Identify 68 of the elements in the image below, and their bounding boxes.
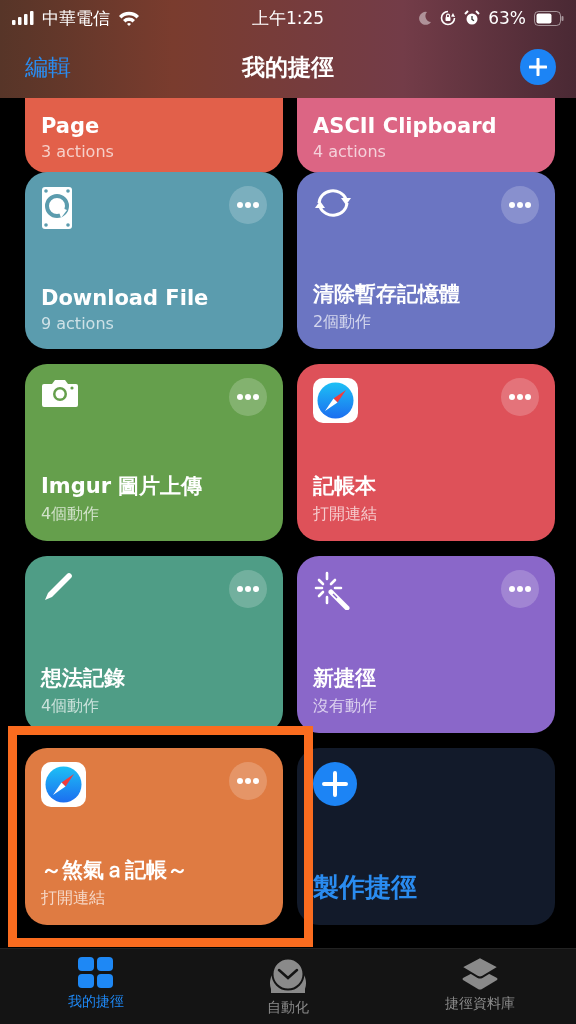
action-count: 3 actions xyxy=(41,142,115,161)
shortcut-card[interactable]: 新捷徑 沒有動作 xyxy=(297,556,555,733)
more-button[interactable] xyxy=(501,570,539,608)
ellipsis-icon xyxy=(237,202,259,208)
compass-app-icon xyxy=(313,378,358,423)
clock-time: 上午1:25 xyxy=(251,7,325,28)
ellipsis-icon xyxy=(237,586,259,592)
magic-wand-icon xyxy=(313,570,353,610)
shortcut-title: Download File xyxy=(41,286,210,310)
add-button[interactable] xyxy=(520,49,556,85)
shortcut-card[interactable]: Imgur 圖片上傳 4個動作 xyxy=(25,364,283,541)
shortcut-title: ASCII Clipboard xyxy=(313,114,498,138)
carrier-name: 中華電信 xyxy=(42,6,110,30)
shortcut-title: 記帳本 xyxy=(313,473,377,500)
checkmark-clock-icon xyxy=(269,957,307,995)
ellipsis-icon xyxy=(237,394,259,400)
create-shortcut-card[interactable]: 製作捷徑 xyxy=(297,748,555,925)
more-button[interactable] xyxy=(501,186,539,224)
battery-icon xyxy=(534,10,564,26)
rotation-lock-icon xyxy=(440,10,457,26)
shortcut-title: Page xyxy=(41,114,101,138)
shortcut-card[interactable]: ～煞氣ａ記帳～ 打開連結 xyxy=(25,748,283,925)
ellipsis-icon xyxy=(509,586,531,592)
shortcut-title: ～煞氣ａ記帳～ xyxy=(41,857,189,884)
more-button[interactable] xyxy=(229,570,267,608)
action-count: 2個動作 xyxy=(313,312,373,333)
hard-drive-icon xyxy=(41,186,73,230)
more-button[interactable] xyxy=(501,378,539,416)
action-count: 沒有動作 xyxy=(313,696,378,717)
shortcut-title: 清除暫存記憶體 xyxy=(313,281,461,308)
compass-app-icon xyxy=(41,762,86,807)
plus-circle-icon xyxy=(313,762,357,806)
shortcut-card[interactable]: 記帳本 打開連結 xyxy=(297,364,555,541)
action-count: 4個動作 xyxy=(41,504,101,525)
action-count: 打開連結 xyxy=(41,888,106,909)
wifi-icon xyxy=(118,10,140,26)
more-button[interactable] xyxy=(229,378,267,416)
layers-icon xyxy=(462,957,498,991)
shortcut-title: 想法記錄 xyxy=(41,665,126,692)
more-button[interactable] xyxy=(229,762,267,800)
ellipsis-icon xyxy=(509,202,531,208)
action-count: 4 actions xyxy=(313,142,387,161)
shortcut-card[interactable]: 清除暫存記憶體 2個動作 xyxy=(297,172,555,349)
shortcut-card[interactable]: Page 3 actions xyxy=(25,98,283,173)
more-button[interactable] xyxy=(229,186,267,224)
moon-icon xyxy=(418,11,433,25)
ellipsis-icon xyxy=(237,778,259,784)
plus-icon xyxy=(529,58,547,76)
ellipsis-icon xyxy=(509,394,531,400)
tab-item[interactable]: 捷徑資料庫 xyxy=(410,949,550,1024)
tab-item[interactable]: 自動化 xyxy=(218,949,358,1024)
sync-arrows-icon xyxy=(313,186,353,220)
signal-icon xyxy=(12,11,34,25)
shortcut-title: 新捷徑 xyxy=(313,665,377,692)
screen-title: 我的捷徑 xyxy=(242,52,334,82)
edit-button[interactable]: 編輯 xyxy=(25,51,71,83)
shortcut-card[interactable]: Download File 9 actions xyxy=(25,172,283,349)
battery-percent: 63% xyxy=(488,8,526,28)
shortcut-card[interactable]: ASCII Clipboard 4 actions xyxy=(297,98,555,173)
action-count: 打開連結 xyxy=(313,504,378,525)
create-shortcut-label: 製作捷徑 xyxy=(313,871,418,904)
action-count: 4個動作 xyxy=(41,696,101,717)
tab-item[interactable]: 我的捷徑 xyxy=(26,949,166,1024)
alarm-icon xyxy=(464,10,481,26)
action-count: 9 actions xyxy=(41,314,115,333)
grid-icon xyxy=(78,957,114,989)
camera-icon xyxy=(41,378,79,408)
shortcut-title: Imgur 圖片上傳 xyxy=(41,473,204,500)
